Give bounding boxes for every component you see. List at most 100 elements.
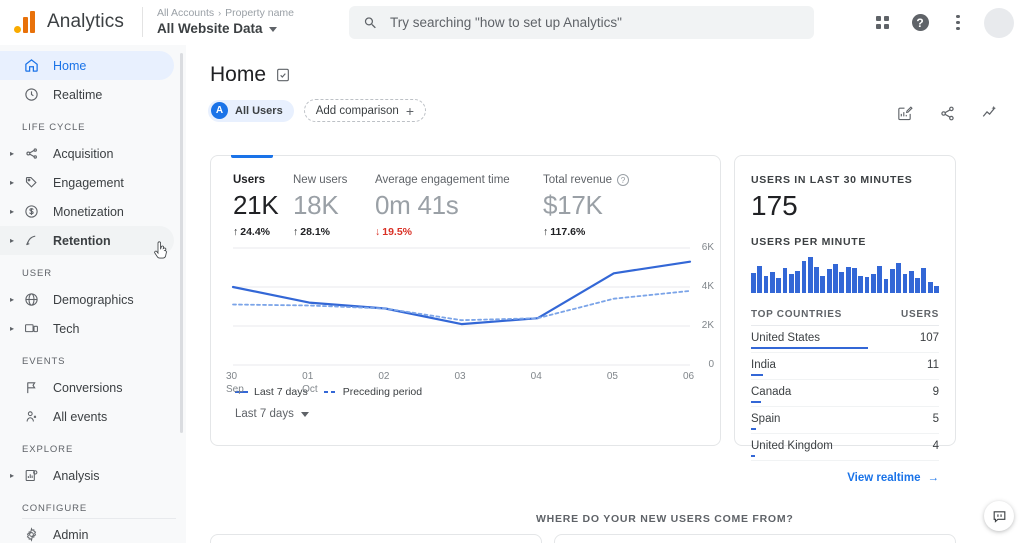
sidebar-item-acquisition[interactable]: ▸ Acquisition xyxy=(0,139,174,168)
sparkline-bar xyxy=(833,264,838,293)
sparkline-bar xyxy=(782,268,788,293)
insights-icon[interactable] xyxy=(978,101,1002,125)
realtime-body: USERS IN LAST 30 MINUTES 175 USERS PER M… xyxy=(735,156,955,484)
y-axis-tick: 0 xyxy=(708,359,714,370)
metrics-row: Users 21K ↑ 24.4% New users 18K ↑ 28.1% xyxy=(211,156,720,238)
sparkline-bar xyxy=(845,266,851,293)
arrow-up-icon: ↑ xyxy=(293,226,299,238)
table-header-country: TOP COUNTRIES xyxy=(751,309,842,320)
sparkline-bar xyxy=(877,265,883,293)
country-bar xyxy=(751,454,756,457)
add-comparison-button[interactable]: Add comparison + xyxy=(303,99,426,122)
y-axis-tick: 2K xyxy=(701,320,714,331)
x-axis-tick: 04 xyxy=(530,371,542,382)
new-users-dropdown[interactable]: New users by User medium xyxy=(555,535,955,543)
expand-arrow-icon[interactable]: ▸ xyxy=(10,324,20,333)
account-selector[interactable]: All Accounts › Property name All Website… xyxy=(157,7,294,37)
gear-icon xyxy=(20,526,42,543)
customize-report-icon[interactable] xyxy=(275,67,291,83)
sparkline-bar xyxy=(788,274,794,293)
sidebar-scrollbar[interactable] xyxy=(179,53,183,433)
breadcrumb-separator: › xyxy=(218,8,222,19)
sparkline-bar xyxy=(757,265,763,293)
table-row[interactable]: Spain 5 xyxy=(751,407,939,434)
share-icon[interactable] xyxy=(935,101,959,125)
sidebar-item-tech[interactable]: ▸ Tech xyxy=(0,314,174,343)
brand-name: Analytics xyxy=(47,11,124,32)
search-bar[interactable] xyxy=(349,6,814,39)
line-chart-svg xyxy=(231,247,692,366)
metric-new-users[interactable]: New users 18K ↑ 28.1% xyxy=(271,174,353,238)
line-chart[interactable]: 6K 4K 2K 0 30 Sep 01 Oct 02 03 04 05 06 xyxy=(211,242,720,395)
sidebar-item-conversions[interactable]: Conversions xyxy=(0,373,174,402)
sidebar-item-admin[interactable]: Admin xyxy=(0,520,174,543)
chip-all-users[interactable]: A All Users xyxy=(208,99,294,122)
metric-total-revenue[interactable]: Total revenue ? $17K ↑ 117.6% xyxy=(521,174,691,238)
table-row[interactable]: Canada 9 xyxy=(751,380,939,407)
metric-label: New users xyxy=(293,174,348,186)
sidebar-item-demographics[interactable]: ▸ Demographics xyxy=(0,285,174,314)
help-icon[interactable]: ? xyxy=(617,174,630,186)
metric-delta: ↓ 19.5% xyxy=(375,226,521,238)
search-input[interactable] xyxy=(390,15,800,30)
sidebar-item-retention[interactable]: ▸ Retention xyxy=(0,226,174,255)
metric-users[interactable]: Users 21K ↑ 24.4% xyxy=(211,174,279,238)
table-row[interactable]: United States 107 xyxy=(751,326,939,353)
expand-arrow-icon[interactable]: ▸ xyxy=(10,178,20,187)
help-icon[interactable]: ? xyxy=(908,11,932,35)
sidebar-item-label: Demographics xyxy=(53,292,134,307)
sidebar-item-label: Analysis xyxy=(53,468,100,483)
date-range-selector[interactable]: Last 7 days xyxy=(211,398,720,420)
sidebar-item-all-events[interactable]: All events xyxy=(0,402,174,431)
sidebar-item-monetization[interactable]: ▸ Monetization xyxy=(0,197,174,226)
sidebar-section-configure: CONFIGURE xyxy=(22,503,88,514)
sparkline-bar xyxy=(908,270,914,293)
users-per-minute-sparkline xyxy=(751,257,939,293)
sidebar-item-label: Acquisition xyxy=(53,146,114,161)
expand-arrow-icon[interactable]: ▸ xyxy=(10,471,20,480)
plus-icon: + xyxy=(405,102,414,119)
expand-arrow-icon[interactable]: ▸ xyxy=(10,207,20,216)
avatar[interactable] xyxy=(984,7,1014,38)
country-name: Spain xyxy=(751,413,781,425)
country-users: 4 xyxy=(932,440,939,452)
overview-card: Users 21K ↑ 24.4% New users 18K ↑ 28.1% xyxy=(210,155,721,446)
expand-arrow-icon[interactable]: ▸ xyxy=(10,295,20,304)
expand-arrow-icon[interactable]: ▸ xyxy=(10,149,20,158)
table-row[interactable]: India 11 xyxy=(751,353,939,380)
arrow-up-icon: ↑ xyxy=(233,226,239,238)
analytics-app: Analytics All Accounts › Property name A… xyxy=(0,0,1024,543)
sparkline-bar xyxy=(795,270,800,293)
expand-arrow-icon[interactable]: ▸ xyxy=(10,236,20,245)
property-label: All Website Data xyxy=(156,21,263,37)
metric-avg-engagement-time[interactable]: Average engagement time 0m 41s ↓ 19.5% xyxy=(353,174,521,238)
chip-label: All Users xyxy=(235,104,283,117)
table-header: TOP COUNTRIES USERS xyxy=(751,309,939,326)
country-users: 9 xyxy=(932,386,939,398)
view-realtime-link[interactable]: View realtime → xyxy=(751,472,939,484)
metric-label: Users xyxy=(233,174,265,186)
sparkline-bar xyxy=(915,278,920,293)
sidebar-item-label: Monetization xyxy=(53,204,124,219)
edit-chart-icon[interactable] xyxy=(892,101,916,125)
sparkline-bar xyxy=(852,268,857,293)
feedback-button[interactable] xyxy=(984,501,1014,531)
sidebar-item-home[interactable]: Home xyxy=(0,51,174,80)
sparkline-bar xyxy=(864,276,870,293)
arrow-right-icon: → xyxy=(927,472,940,484)
property-dropdown[interactable]: All Website Data xyxy=(157,21,294,37)
sidebar-section-life-cycle: LIFE CYCLE xyxy=(22,122,86,133)
sidebar-item-realtime[interactable]: Realtime xyxy=(0,80,174,109)
more-vert-icon[interactable] xyxy=(946,11,970,35)
insights-header[interactable]: Insights 10+ xyxy=(211,535,541,543)
table-row[interactable]: United Kingdom 4 xyxy=(751,434,939,461)
arrow-down-icon: ↓ xyxy=(375,226,381,238)
sidebar-item-label: All events xyxy=(53,409,108,424)
sparkline-bar xyxy=(934,285,939,293)
sidebar-item-analysis[interactable]: ▸ Analysis xyxy=(0,461,174,490)
sidebar-item-engagement[interactable]: ▸ Engagement xyxy=(0,168,174,197)
dollar-circle-icon xyxy=(20,203,42,221)
retention-icon xyxy=(20,232,42,250)
chevron-down-icon xyxy=(300,411,309,417)
apps-grid-icon[interactable] xyxy=(870,11,894,35)
